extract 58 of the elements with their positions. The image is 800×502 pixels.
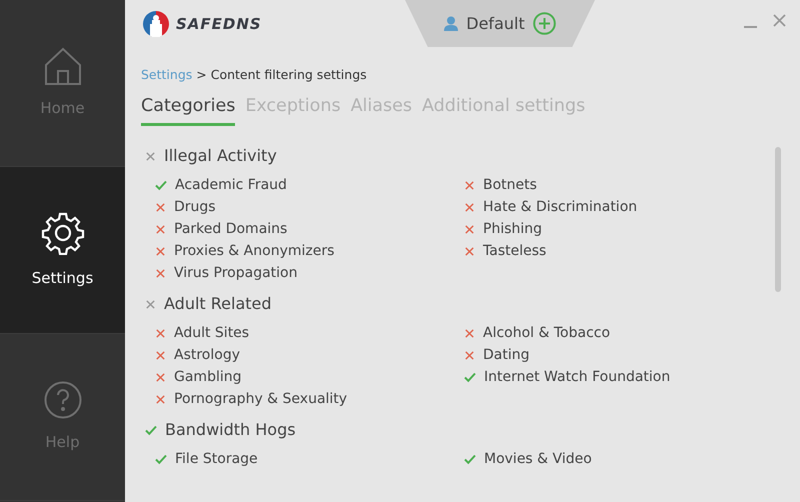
settings-icon [40, 210, 84, 255]
cross-icon[interactable] [155, 372, 166, 382]
cross-icon[interactable] [155, 224, 166, 234]
cross-icon[interactable] [145, 150, 156, 162]
check-icon[interactable] [145, 424, 157, 436]
category-group-title: Adult Related [164, 293, 272, 315]
category-label: Gambling [174, 368, 242, 386]
breadcrumb-link[interactable]: Settings [141, 67, 192, 82]
category-label: Parked Domains [174, 220, 288, 238]
help-icon [44, 380, 82, 419]
profile-tab[interactable]: Default [405, 0, 595, 47]
user-icon [444, 16, 458, 31]
cross-icon[interactable] [464, 328, 475, 338]
check-icon[interactable] [464, 371, 476, 383]
category-label: Astrology [174, 346, 240, 364]
category-label: Academic Fraud [175, 176, 287, 194]
category-label: Botnets [483, 176, 537, 194]
cross-icon[interactable] [464, 350, 475, 360]
category-label: Internet Watch Foundation [484, 368, 670, 386]
cross-icon[interactable] [464, 224, 475, 234]
cross-icon[interactable] [464, 246, 475, 256]
add-icon[interactable] [532, 12, 556, 35]
tab[interactable]: Categories [141, 92, 236, 126]
sidebar-item[interactable]: Settings [0, 167, 125, 334]
cross-icon[interactable] [155, 394, 166, 404]
category-label: Virus Propagation [174, 264, 298, 282]
home-icon [44, 46, 82, 85]
cross-icon[interactable] [155, 246, 166, 256]
cross-icon[interactable] [155, 202, 166, 212]
category-label: Tasteless [483, 242, 546, 260]
category-label: Phishing [483, 220, 542, 238]
category-label: Hate & Discrimination [483, 198, 638, 216]
check-icon[interactable] [464, 453, 476, 465]
cross-icon[interactable] [464, 180, 475, 190]
category-label: Movies & Video [484, 450, 592, 468]
category-label: Alcohol & Tobacco [483, 324, 610, 342]
category-label: Proxies & Anonymizers [174, 242, 334, 260]
check-icon[interactable] [155, 453, 167, 465]
scrollbar[interactable] [775, 147, 781, 292]
category-label: Adult Sites [174, 324, 250, 342]
cross-icon[interactable] [145, 298, 156, 310]
close-icon[interactable] [773, 14, 786, 27]
breadcrumb-separator: > [196, 67, 207, 82]
cross-icon[interactable] [155, 268, 166, 278]
category-label: File Storage [175, 450, 258, 468]
profile-name: Default [466, 12, 525, 34]
category-label: Dating [483, 346, 530, 364]
category-label: Pornography & Sexuality [174, 390, 348, 408]
check-icon[interactable] [155, 179, 167, 191]
category-group-title: Bandwidth Hogs [165, 419, 296, 441]
category-label: Drugs [174, 198, 216, 216]
logo-text: SAFEDNS [176, 14, 262, 35]
breadcrumb-current: Content filtering settings [210, 67, 367, 82]
logo-icon [142, 10, 170, 38]
category-group-title: Illegal Activity [164, 145, 277, 167]
cross-icon[interactable] [155, 350, 166, 360]
cross-icon[interactable] [155, 328, 166, 338]
cross-icon[interactable] [464, 202, 475, 212]
